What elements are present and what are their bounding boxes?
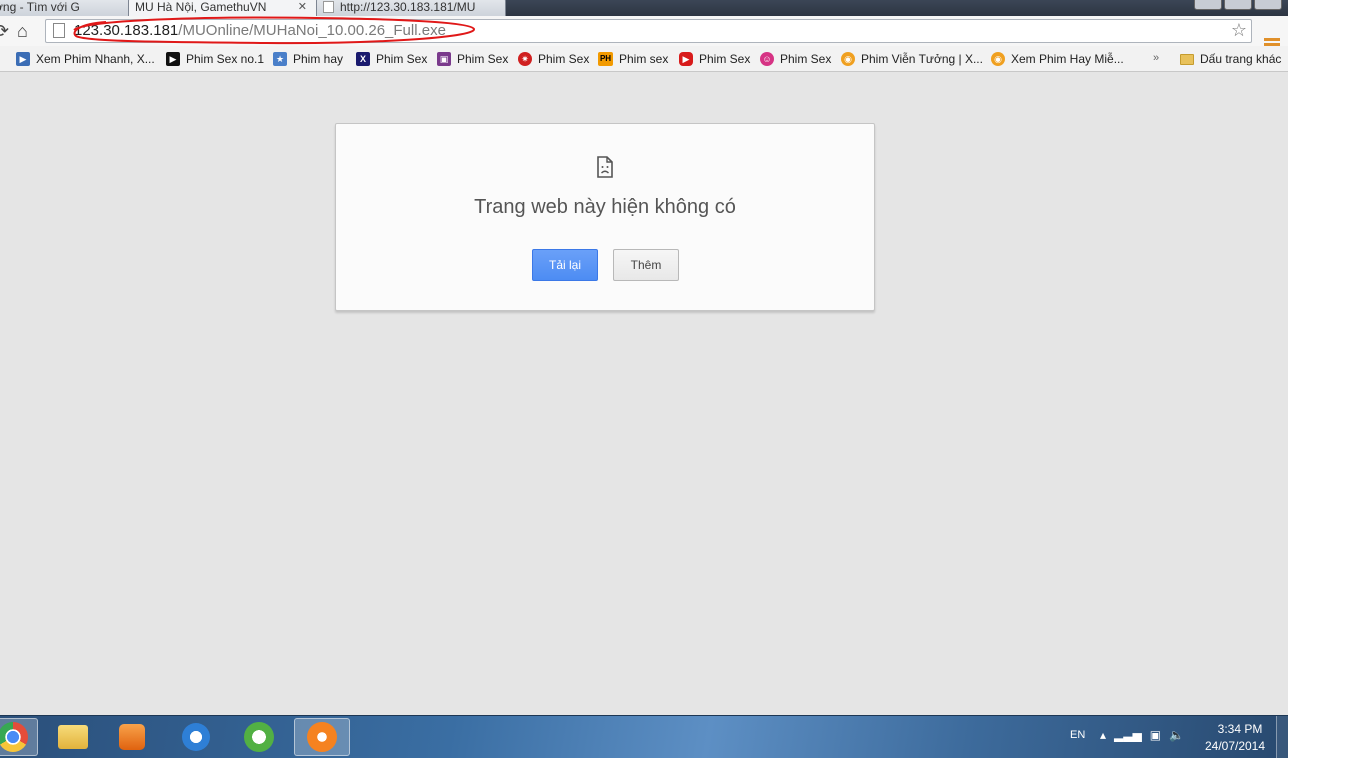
bookmark-item[interactable]: ◉ Phim Viễn Tưởng | X... — [841, 50, 983, 68]
bookmark-label: Phim Viễn Tưởng | X... — [861, 52, 983, 66]
chrome-icon — [0, 722, 28, 752]
tray-icons: ▴ ▂▃▅ ▣ 🔈 — [1100, 728, 1184, 742]
bookmark-item[interactable]: ▶ Phim Sex no.1 — [166, 50, 264, 68]
screen-bottom-strip — [0, 758, 1288, 768]
taskbar-coccoc[interactable] — [234, 718, 284, 756]
more-button[interactable]: Thêm — [613, 249, 679, 281]
bookmark-label: Xem Phim Hay Miễ... — [1011, 52, 1124, 66]
tab-strip: ương - Tìm với G ✕ MU Hà Nội, GamethuVN … — [0, 0, 1288, 16]
bookmark-item[interactable]: X Phim Sex — [356, 50, 427, 68]
close-window-button[interactable] — [1254, 0, 1282, 10]
tab-download[interactable]: http://123.30.183.181/MU — [316, 0, 506, 16]
taskbar-internet-explorer[interactable] — [171, 718, 221, 756]
bookmark-item[interactable]: PH Phim sex — [598, 50, 668, 68]
bookmark-label: Phim Sex — [780, 52, 832, 66]
film-icon: ★ — [273, 52, 287, 66]
coccoc-icon — [244, 722, 274, 752]
tab-title: ương - Tìm với G — [0, 0, 80, 14]
star-icon[interactable]: ☆ — [1231, 20, 1247, 41]
bookmark-label: Phim sex — [619, 52, 669, 66]
youtube-icon: ▶ — [679, 52, 693, 66]
circle-icon: ◉ — [841, 52, 855, 66]
bookmark-label: Xem Phim Nhanh, X... — [36, 52, 155, 66]
splat-icon: ✷ — [518, 52, 532, 66]
url-text[interactable]: 123.30.183.181/MUOnline/MUHaNoi_10.00.26… — [74, 22, 446, 39]
bookmarks-overflow-icon[interactable]: » — [1153, 52, 1159, 64]
page-content: Trang web này hiện không có Tải lại Thêm — [0, 72, 1288, 715]
bookmarks-bar: ▶ Xem Phim Nhanh, X... ▶ Phim Sex no.1 ★… — [0, 46, 1288, 72]
bookmark-item[interactable]: ★ Phim hay — [273, 50, 343, 68]
play-icon: ▶ — [166, 52, 180, 66]
tv-icon: ▣ — [437, 52, 451, 66]
internet-explorer-icon — [182, 723, 210, 751]
url-host: 123.30.183.181 — [74, 22, 179, 39]
folder-icon — [58, 725, 88, 749]
reload-icon[interactable]: ⟳ — [0, 20, 9, 42]
bookmark-label: Phim Sex — [699, 52, 751, 66]
avast-icon — [307, 722, 337, 752]
bookmark-item[interactable]: ▣ Phim Sex — [437, 50, 508, 68]
chevron-up-icon[interactable]: ▴ — [1100, 728, 1106, 742]
url-path: /MUOnline/MUHaNoi_10.00.26_Full.exe — [178, 22, 446, 39]
bookmark-label: Phim Sex — [376, 52, 428, 66]
taskbar-avast[interactable] — [294, 718, 350, 756]
tab-mu-hanoi[interactable]: MU Hà Nội, GamethuVN ✕ — [128, 0, 318, 16]
media-player-icon — [119, 724, 145, 750]
error-card: Trang web này hiện không có Tải lại Thêm — [335, 123, 875, 311]
tab-title: MU Hà Nội, GamethuVN — [135, 0, 267, 14]
taskbar-media-player[interactable] — [107, 718, 157, 756]
bookmark-item[interactable]: ▶ Phim Sex — [679, 50, 750, 68]
taskbar: EN ▴ ▂▃▅ ▣ 🔈 3:34 PM 24/07/2014 — [0, 715, 1288, 759]
window-controls — [1194, 0, 1282, 10]
home-icon[interactable]: ⌂ — [17, 20, 28, 42]
clock-date[interactable]: 24/07/2014 — [1200, 739, 1270, 753]
bookmark-item[interactable]: ◉ Xem Phim Hay Miễ... — [991, 50, 1124, 68]
other-bookmarks[interactable]: Dấu trang khác — [1180, 50, 1281, 68]
error-title: Trang web này hiện không có — [474, 196, 736, 218]
clock-time[interactable]: 3:34 PM — [1210, 722, 1270, 736]
bookmark-label: Phim hay — [293, 52, 344, 66]
x-icon: X — [356, 52, 370, 66]
show-desktop-button[interactable] — [1276, 716, 1288, 759]
signal-icon[interactable]: ▂▃▅ — [1114, 728, 1142, 742]
other-bookmarks-label: Dấu trang khác — [1200, 52, 1282, 66]
page-icon — [53, 23, 65, 38]
bookmark-label: Phim Sex — [457, 52, 509, 66]
bookmark-label: Phim Sex no.1 — [186, 52, 265, 66]
play-icon: ▶ — [16, 52, 30, 66]
bookmark-item[interactable]: ▶ Xem Phim Nhanh, X... — [16, 50, 155, 68]
bookmark-label: Phim Sex — [538, 52, 590, 66]
taskbar-explorer[interactable] — [48, 718, 98, 756]
taskbar-chrome[interactable] — [0, 718, 38, 756]
maximize-button[interactable] — [1224, 0, 1252, 10]
omnibox[interactable]: 123.30.183.181/MUOnline/MUHaNoi_10.00.26… — [45, 19, 1252, 43]
bookmark-item[interactable]: ✷ Phim Sex — [518, 50, 589, 68]
volume-icon[interactable]: 🔈 — [1169, 728, 1184, 742]
reload-button[interactable]: Tải lại — [532, 249, 598, 281]
language-indicator[interactable]: EN — [1070, 729, 1085, 741]
smile-icon: ☺ — [760, 52, 774, 66]
close-icon[interactable]: ✕ — [298, 0, 307, 13]
sad-page-icon — [597, 156, 613, 178]
ph-icon: PH — [598, 52, 613, 66]
minimize-button[interactable] — [1194, 0, 1222, 10]
network-icon[interactable]: ▣ — [1150, 728, 1161, 742]
right-margin — [1288, 0, 1366, 768]
screen: ương - Tìm với G ✕ MU Hà Nội, GamethuVN … — [0, 0, 1288, 768]
bookmark-item[interactable]: ☺ Phim Sex — [760, 50, 831, 68]
circle-icon: ◉ — [991, 52, 1005, 66]
folder-icon — [1180, 53, 1194, 65]
tab-title: http://123.30.183.181/MU — [340, 0, 476, 14]
page-icon — [323, 0, 334, 13]
